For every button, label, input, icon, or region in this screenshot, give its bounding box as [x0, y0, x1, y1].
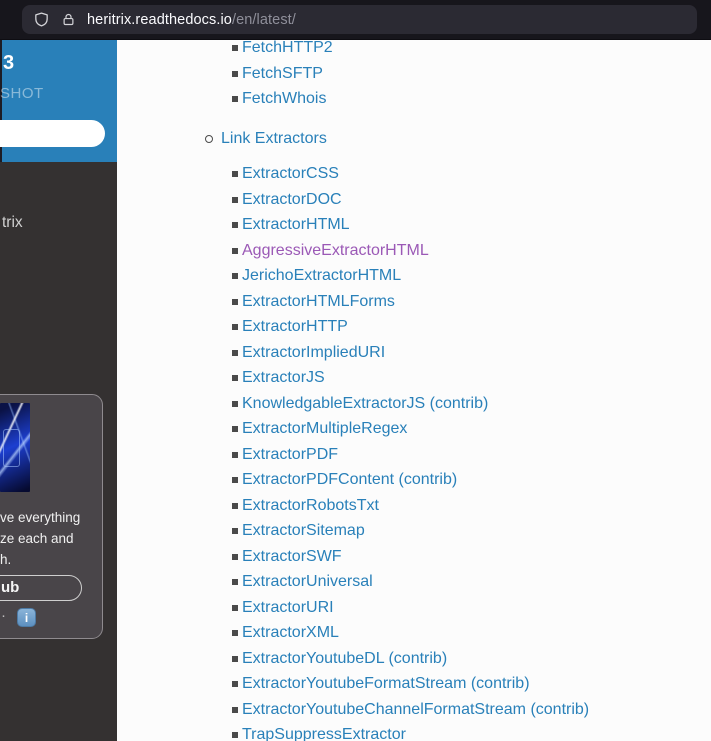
- doc-link[interactable]: ExtractorHTMLForms: [242, 293, 395, 310]
- list-item: ExtractorYoutubeChannelFormatStream (con…: [242, 697, 711, 723]
- doc-link[interactable]: ExtractorUniversal: [242, 573, 373, 590]
- version-label-fragment: SHOT: [0, 85, 44, 102]
- list-item: KnowledgableExtractorJS (contrib): [242, 391, 711, 417]
- url-path: /en/latest/: [232, 12, 296, 28]
- url-host: heritrix.readthedocs.io: [87, 12, 232, 28]
- list-item: ExtractorPDFContent (contrib): [242, 467, 711, 493]
- doc-link[interactable]: KnowledgableExtractorJS (contrib): [242, 395, 488, 412]
- doc-link[interactable]: ExtractorPDFContent (contrib): [242, 471, 457, 488]
- sidebar-ad-card: ve everything ze each and h. ub · i: [0, 394, 103, 639]
- doc-link[interactable]: ExtractorCSS: [242, 165, 339, 182]
- search-input[interactable]: [0, 120, 105, 147]
- list-item: ExtractorURI: [242, 595, 711, 621]
- browser-toolbar: heritrix.readthedocs.io/en/latest/: [0, 0, 711, 40]
- doc-link[interactable]: Link Extractors: [221, 130, 327, 147]
- doc-link[interactable]: ExtractorURI: [242, 599, 334, 616]
- ad-image[interactable]: [0, 403, 30, 492]
- link-extractors-list: ExtractorCSS ExtractorDOC ExtractorHTML …: [117, 161, 711, 741]
- list-item: ExtractorJS: [242, 365, 711, 391]
- list-item: FetchHTTP2: [242, 40, 711, 61]
- list-item: FetchWhois: [242, 86, 711, 112]
- list-item: ExtractorHTMLForms: [242, 289, 711, 315]
- doc-link[interactable]: AggressiveExtractorHTML: [242, 242, 429, 259]
- list-item: FetchSFTP: [242, 61, 711, 87]
- list-item: ExtractorMultipleRegex: [242, 416, 711, 442]
- doc-link[interactable]: ExtractorRobotsTxt: [242, 497, 379, 514]
- list-item: JerichoExtractorHTML: [242, 263, 711, 289]
- doc-link[interactable]: ExtractorSWF: [242, 548, 342, 565]
- doc-link[interactable]: FetchHTTP2: [242, 40, 333, 56]
- doc-link[interactable]: FetchWhois: [242, 90, 326, 107]
- doc-link[interactable]: ExtractorHTML: [242, 216, 350, 233]
- ad-text: ve everything ze each and h.: [0, 507, 80, 570]
- doc-link[interactable]: ExtractorHTTP: [242, 318, 348, 335]
- list-item: ExtractorHTTP: [242, 314, 711, 340]
- doc-link[interactable]: ExtractorXML: [242, 624, 339, 641]
- doc-link[interactable]: ExtractorYoutubeChannelFormatStream (con…: [242, 701, 589, 718]
- ad-info-icon[interactable]: i: [17, 608, 36, 627]
- section-list: Link Extractors: [117, 126, 711, 152]
- doc-link[interactable]: JerichoExtractorHTML: [242, 267, 401, 284]
- doc-link[interactable]: ExtractorYoutubeDL (contrib): [242, 650, 447, 667]
- doc-link[interactable]: ExtractorJS: [242, 369, 325, 386]
- doc-link[interactable]: ExtractorMultipleRegex: [242, 420, 407, 437]
- ad-cta-label: ub: [1, 579, 19, 596]
- list-item: ExtractorYoutubeDL (contrib): [242, 646, 711, 672]
- address-bar[interactable]: heritrix.readthedocs.io/en/latest/: [22, 5, 697, 34]
- list-item: ExtractorImpliedURI: [242, 340, 711, 366]
- doc-link[interactable]: ExtractorPDF: [242, 446, 338, 463]
- ad-footer-separator: ·: [1, 607, 6, 624]
- list-item: ExtractorXML: [242, 620, 711, 646]
- shield-icon[interactable]: [33, 11, 50, 28]
- list-item: ExtractorUniversal: [242, 569, 711, 595]
- fetch-modules-list: FetchHTTP2 FetchSFTP FetchWhois: [117, 40, 711, 112]
- list-item: ExtractorSitemap: [242, 518, 711, 544]
- project-title-fragment: 3: [3, 52, 14, 75]
- list-item: ExtractorYoutubeFormatStream (contrib): [242, 671, 711, 697]
- list-item: ExtractorCSS: [242, 161, 711, 187]
- page-body: 3 SHOT trix ve everything ze each and h.…: [0, 40, 711, 741]
- list-item: TrapSuppressExtractor: [242, 722, 711, 741]
- doc-link[interactable]: ExtractorYoutubeFormatStream (contrib): [242, 675, 530, 692]
- list-item: Link Extractors: [221, 126, 711, 152]
- doc-content: FetchHTTP2 FetchSFTP FetchWhois Link Ext…: [117, 40, 711, 741]
- list-item: AggressiveExtractorHTML: [242, 238, 711, 264]
- doc-link[interactable]: ExtractorDOC: [242, 191, 342, 208]
- list-item: ExtractorSWF: [242, 544, 711, 570]
- ad-cta-button[interactable]: ub: [0, 575, 82, 601]
- list-item: ExtractorPDF: [242, 442, 711, 468]
- url-text[interactable]: heritrix.readthedocs.io/en/latest/: [87, 12, 296, 28]
- docs-sidebar: 3 SHOT trix ve everything ze each and h.…: [0, 40, 117, 741]
- list-item: ExtractorHTML: [242, 212, 711, 238]
- doc-link[interactable]: ExtractorSitemap: [242, 522, 365, 539]
- sidebar-header: 3 SHOT: [0, 40, 117, 162]
- list-item: ExtractorDOC: [242, 187, 711, 213]
- lock-icon[interactable]: [61, 12, 76, 27]
- list-item: ExtractorRobotsTxt: [242, 493, 711, 519]
- doc-link[interactable]: FetchSFTP: [242, 65, 323, 82]
- sidebar-item-heritrix[interactable]: trix: [2, 214, 23, 232]
- doc-link[interactable]: TrapSuppressExtractor: [242, 726, 406, 741]
- doc-link[interactable]: ExtractorImpliedURI: [242, 344, 385, 361]
